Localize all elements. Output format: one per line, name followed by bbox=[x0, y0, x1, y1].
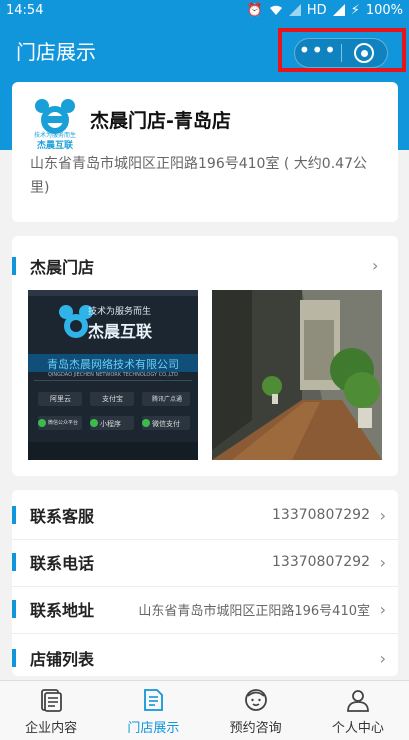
signal-icon bbox=[288, 4, 301, 16]
tab-bar: 企业内容 门店展示 预约咨询 个人中心 bbox=[0, 680, 409, 740]
photo-company-en: QINGDAO JIECHEN NETWORK TECHNOLOGY CO.,L… bbox=[47, 372, 179, 378]
customer-service-phone: 13370807292 bbox=[272, 507, 370, 523]
partner-tencent-ad: 腾讯广点通 bbox=[152, 396, 183, 403]
chevron-right-icon[interactable]: › bbox=[372, 256, 378, 275]
store-address: 山东省青岛市城阳区正阳路196号410室 ( 大约0.47公里) bbox=[30, 156, 367, 196]
row-address[interactable]: 联系地址 山东省青岛市城阳区正阳路196号410室 › bbox=[12, 586, 398, 632]
row-label: 联系客服 bbox=[30, 507, 95, 526]
store-gallery-card: 杰晨门店 › 技术为服务而生 杰晨互联 青岛杰晨网络技术有限公司 QINGDAO… bbox=[12, 236, 398, 476]
chevron-right-icon: › bbox=[379, 648, 386, 668]
alarm-icon: ⏰ bbox=[246, 2, 263, 18]
gallery-header[interactable]: 杰晨门店 bbox=[12, 254, 94, 278]
accent-bar bbox=[12, 257, 16, 275]
photo-company-name: 青岛杰晨网络技术有限公司 bbox=[47, 358, 179, 371]
partner-miniprogram: 小程序 bbox=[100, 420, 121, 428]
tab-enterprise-content[interactable]: 企业内容 bbox=[0, 681, 102, 740]
row-store-list[interactable]: 店铺列表 › bbox=[12, 635, 398, 681]
partner-alipay: 支付宝 bbox=[102, 395, 123, 403]
document-icon bbox=[41, 689, 63, 712]
row-label: 联系地址 bbox=[30, 601, 95, 620]
photo-slogan: 技术为服务而生 bbox=[88, 307, 152, 317]
chevron-right-icon: › bbox=[379, 505, 386, 525]
tab-label: 个人中心 bbox=[331, 721, 384, 736]
tab-label: 门店展示 bbox=[127, 721, 180, 736]
status-bar: 14:54 ⏰ HD ⚡ 100% bbox=[0, 0, 409, 20]
contact-info-card: 联系客服 13370807292 › 联系电话 13370807292 › 联系… bbox=[12, 490, 398, 676]
contact-address: 山东省青岛市城阳区正阳路196号410室 bbox=[138, 603, 370, 619]
tab-label: 企业内容 bbox=[25, 721, 78, 736]
hallway-graphic bbox=[212, 290, 382, 460]
accent-bar bbox=[12, 553, 16, 571]
store-photo-front-desk[interactable]: 技术为服务而生 杰晨互联 青岛杰晨网络技术有限公司 QINGDAO JIECHE… bbox=[28, 290, 198, 460]
store-photo-hallway[interactable] bbox=[212, 290, 382, 460]
logo-text: 杰晨互联 bbox=[36, 141, 73, 151]
chevron-right-icon: › bbox=[379, 552, 386, 572]
battery-level: 100% bbox=[365, 2, 403, 18]
nav-bar: 门店展示 ••• bbox=[0, 20, 409, 80]
close-circle-icon bbox=[354, 43, 375, 63]
page-title: 门店展示 bbox=[16, 40, 96, 64]
tab-label: 预约咨询 bbox=[229, 721, 282, 736]
row-label: 联系电话 bbox=[30, 554, 95, 573]
network-type: HD bbox=[306, 2, 327, 18]
signal-icon-2 bbox=[332, 4, 345, 16]
partner-wechat-mp: 微信公众平台 bbox=[48, 420, 79, 426]
more-button[interactable]: ••• bbox=[295, 40, 341, 60]
store-logo: 技术为服务而生 杰晨互联 bbox=[26, 96, 84, 154]
chevron-right-icon: › bbox=[379, 599, 386, 619]
store-card[interactable]: 技术为服务而生 杰晨互联 杰晨门店-青岛店 山东省青岛市城阳区正阳路196号41… bbox=[12, 82, 398, 222]
row-customer-service[interactable]: 联系客服 13370807292 › bbox=[12, 492, 398, 538]
charging-icon: ⚡ bbox=[350, 2, 360, 18]
photo-brand: 杰晨互联 bbox=[88, 322, 153, 341]
status-time: 14:54 bbox=[6, 2, 44, 18]
row-phone[interactable]: 联系电话 13370807292 › bbox=[12, 539, 398, 585]
accent-bar bbox=[12, 649, 16, 667]
accent-bar bbox=[12, 600, 16, 618]
contact-phone: 13370807292 bbox=[272, 554, 370, 570]
wifi-icon bbox=[269, 5, 282, 15]
accent-bar bbox=[12, 506, 16, 524]
row-label: 店铺列表 bbox=[30, 650, 95, 669]
divider bbox=[12, 633, 398, 634]
close-miniprogram-button[interactable] bbox=[341, 43, 387, 63]
partner-wechat-pay: 微信支付 bbox=[152, 420, 180, 428]
tab-store-display[interactable]: 门店展示 bbox=[102, 681, 204, 740]
capsule-highlight-frame: ••• bbox=[278, 28, 406, 72]
face-icon bbox=[244, 689, 267, 711]
tab-personal-center[interactable]: 个人中心 bbox=[307, 681, 409, 740]
person-icon bbox=[346, 690, 369, 712]
partner-aliyun: 阿里云 bbox=[50, 395, 71, 403]
tab-appointment-consult[interactable]: 预约咨询 bbox=[205, 681, 307, 740]
store-name: 杰晨门店-青岛店 bbox=[90, 110, 231, 132]
store-doc-icon bbox=[144, 689, 164, 711]
gallery-title: 杰晨门店 bbox=[30, 258, 95, 277]
miniprogram-capsule: ••• bbox=[294, 38, 388, 68]
